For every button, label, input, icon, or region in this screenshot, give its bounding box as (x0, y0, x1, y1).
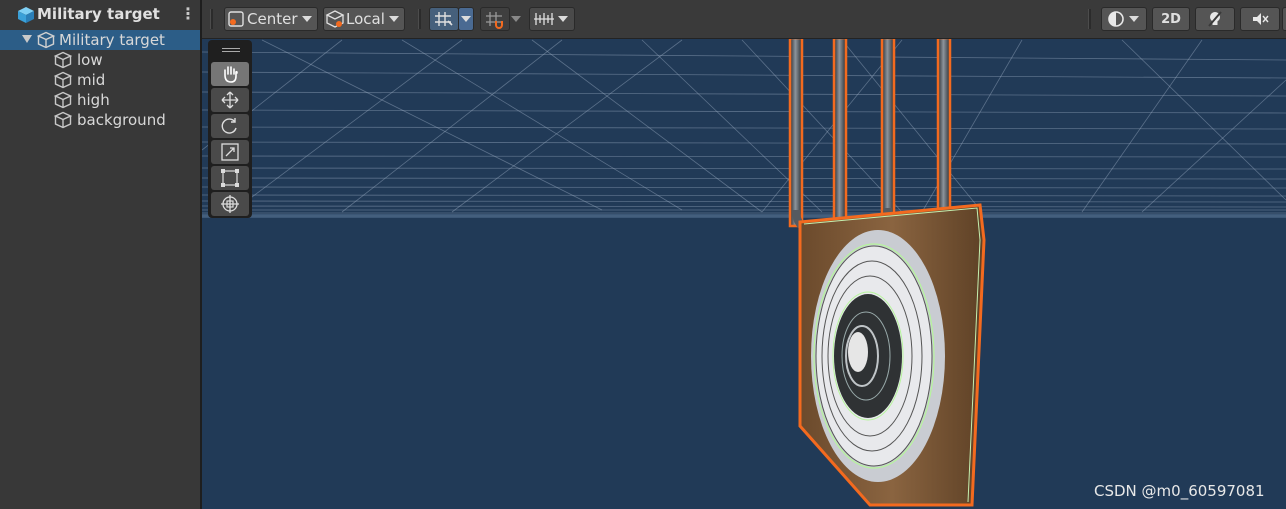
gameobject-cube-icon (54, 111, 72, 129)
transform-tool-button[interactable] (211, 192, 249, 216)
effects-toggle[interactable] (1282, 7, 1286, 31)
shading-mode-dropdown[interactable] (1101, 7, 1147, 31)
pivot-rotation-dropdown[interactable]: Local (323, 7, 405, 31)
gameobject-cube-icon (54, 91, 72, 109)
snap-magnet-icon (486, 12, 503, 29)
shaded-sphere-icon (1108, 11, 1124, 27)
hierarchy-item-mid[interactable]: mid (0, 70, 200, 90)
more-options-icon[interactable]: ⋮ (180, 4, 196, 23)
watermark: CSDN @m0_60597081 (1094, 482, 1265, 500)
pivot-mode-label: Center (247, 10, 298, 28)
scene-grid (202, 39, 1286, 217)
hand-tool-button[interactable] (211, 62, 249, 86)
gameobject-cube-icon (54, 71, 72, 89)
hierarchy-item-label: mid (77, 71, 106, 89)
pivot-rotation-label: Local (346, 10, 385, 28)
hierarchy-header: Military target ⋮ (0, 0, 200, 28)
2d-mode-label: 2D (1161, 11, 1181, 27)
move-tool-button[interactable] (211, 88, 249, 112)
hierarchy-item-high[interactable]: high (0, 90, 200, 110)
move-arrows-icon (221, 91, 239, 109)
ruler-icon (534, 13, 554, 25)
hierarchy-item-low[interactable]: low (0, 50, 200, 70)
palette-grip-icon[interactable] (222, 51, 240, 52)
audio-toggle[interactable] (1240, 7, 1280, 31)
hierarchy-panel: Military target ⋮ Military target low mi… (0, 0, 202, 509)
hierarchy-item-label: high (77, 91, 110, 109)
palette-grip-icon[interactable] (222, 48, 240, 49)
hierarchy-item-background[interactable]: background (0, 110, 200, 130)
military-target-object[interactable] (788, 36, 986, 507)
gameobject-cube-icon (37, 31, 55, 49)
rect-transform-icon (221, 169, 239, 187)
dropdown-arrow-icon (388, 16, 399, 22)
dropdown-arrow-icon (461, 16, 471, 22)
expand-arrow-icon[interactable] (22, 35, 32, 43)
dropdown-arrow-icon (558, 16, 568, 22)
muted-speaker-icon (1253, 13, 1269, 25)
transform-gizmo-icon (221, 195, 239, 213)
hierarchy-item-label: Military target (59, 31, 165, 49)
local-space-icon (325, 10, 345, 28)
toolbar-separator (210, 9, 213, 29)
light-bulb-icon (1208, 11, 1222, 27)
scene-viewport[interactable] (202, 0, 1286, 509)
grid-snap-icon (435, 12, 453, 26)
hierarchy-item-root[interactable]: Military target (0, 30, 200, 50)
hand-icon (224, 66, 238, 83)
grid-snapping-toggle[interactable] (429, 7, 459, 31)
toolbar-separator (1088, 9, 1091, 29)
rotate-icon (221, 118, 237, 134)
2d-mode-button[interactable]: 2D (1152, 7, 1190, 31)
lighting-toggle[interactable] (1195, 7, 1235, 31)
scene-view[interactable]: Center Local 2D CSDN @m0_60597081 (202, 0, 1286, 509)
horizon-band (202, 214, 1286, 218)
rect-tool-button[interactable] (211, 166, 249, 190)
hierarchy-item-label: low (77, 51, 103, 69)
gizmo-snap-dropdown[interactable] (529, 7, 575, 31)
pivot-center-icon (228, 11, 244, 27)
hierarchy-item-label: background (77, 111, 166, 129)
gameobject-cube-icon (54, 51, 72, 69)
toolbar-separator (418, 9, 421, 29)
scale-icon (221, 143, 239, 161)
incremental-snap-toggle[interactable] (480, 7, 510, 31)
grid-snapping-dropdown[interactable] (458, 7, 474, 31)
rotate-tool-button[interactable] (211, 114, 249, 138)
scale-tool-button[interactable] (211, 140, 249, 164)
pivot-mode-dropdown[interactable]: Center (224, 7, 318, 31)
scene-title: Military target (37, 5, 160, 23)
prefab-cube-icon (18, 7, 34, 23)
dropdown-arrow-icon (1129, 16, 1139, 22)
incremental-snap-dropdown-icon[interactable] (511, 16, 521, 22)
dropdown-arrow-icon (301, 16, 312, 22)
scene-toolbar: Center Local 2D (202, 0, 1286, 39)
tool-palette (208, 40, 252, 218)
